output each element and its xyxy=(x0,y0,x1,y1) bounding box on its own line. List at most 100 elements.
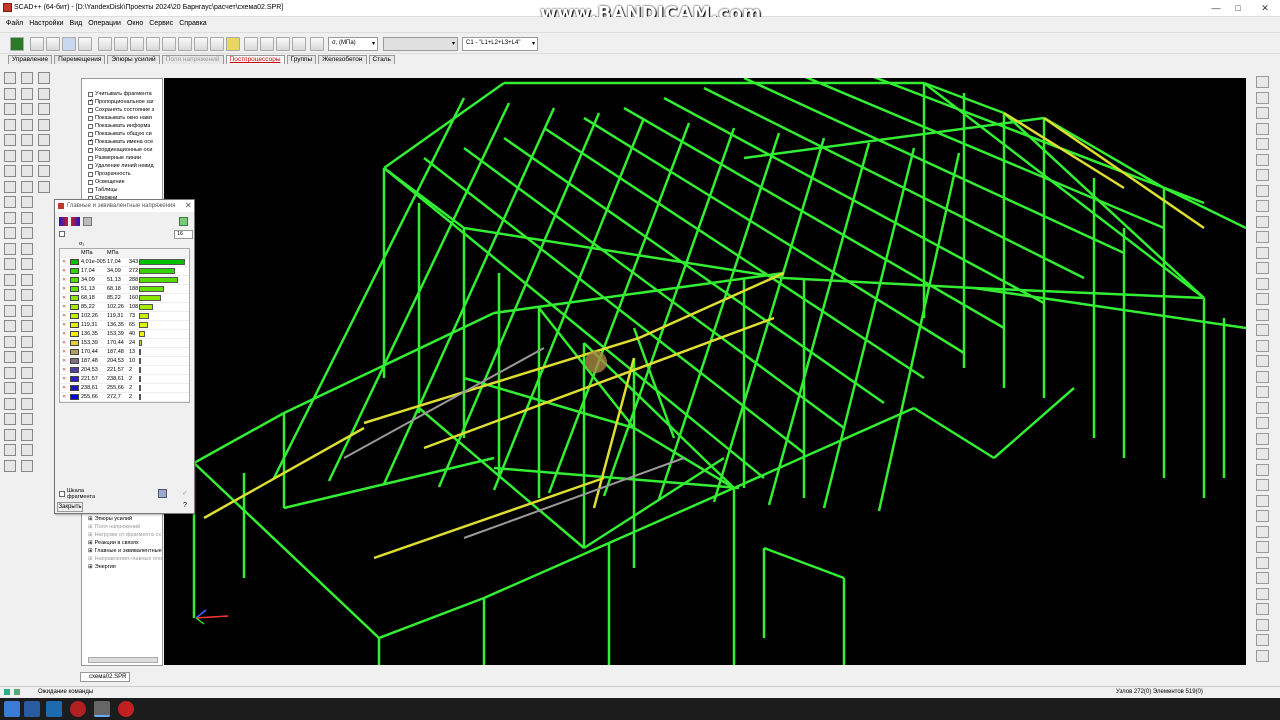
legend-row[interactable]: ✕ 221,57 238,61 2 xyxy=(60,375,189,384)
hide-range-icon[interactable]: ✕ xyxy=(62,349,68,355)
view-tool-icon[interactable] xyxy=(1256,494,1269,507)
arrows2-icon[interactable] xyxy=(260,37,274,51)
frame-member[interactable] xyxy=(195,615,229,619)
bandicam-icon[interactable] xyxy=(118,701,134,717)
palette-tool-icon[interactable] xyxy=(4,304,16,317)
apply-icon[interactable] xyxy=(158,489,167,498)
frame-member[interactable] xyxy=(592,357,636,509)
deform-red-icon[interactable] xyxy=(46,37,60,51)
palette-tool-icon[interactable] xyxy=(38,72,50,84)
arrows4-icon[interactable] xyxy=(292,37,306,51)
frame-member[interactable] xyxy=(193,411,285,465)
legend-row[interactable]: ✕ 153,39 170,44 24 xyxy=(60,339,189,348)
checkbox[interactable] xyxy=(88,131,93,137)
view-tool-icon[interactable] xyxy=(1256,432,1269,445)
export-icon[interactable] xyxy=(179,217,188,226)
legend-row[interactable]: ✕ 51,13 68,18 188 xyxy=(60,285,189,294)
beam-red-icon[interactable] xyxy=(78,37,92,51)
hide-range-icon[interactable]: ✕ xyxy=(62,277,68,283)
view-tool-icon[interactable] xyxy=(1256,525,1269,538)
palette-tool-icon[interactable] xyxy=(4,273,16,286)
legend-row[interactable]: ✕ 102,26 119,31 73 xyxy=(60,312,189,321)
tree-item[interactable]: ⊞ Реакции в связях xyxy=(88,540,139,546)
scad-app-icon[interactable] xyxy=(94,701,110,717)
table-icon[interactable] xyxy=(98,37,112,51)
tree-item[interactable]: ⊞ Направления главных пло xyxy=(88,556,162,562)
palette-tool-icon[interactable] xyxy=(4,382,16,394)
view-tool-icon[interactable] xyxy=(1256,603,1269,615)
view-tool-icon[interactable] xyxy=(1256,153,1269,166)
range-color-swatch[interactable] xyxy=(70,304,79,310)
view-tool-icon[interactable] xyxy=(1256,479,1269,491)
tab-steel[interactable]: Сталь xyxy=(368,55,395,64)
palette-tool-icon[interactable] xyxy=(4,351,16,363)
palette-tool-icon[interactable] xyxy=(21,211,33,224)
combination-select[interactable]: C1 - "L1+L2+L3+L4" ▾ xyxy=(462,37,538,51)
fragment-icon[interactable] xyxy=(162,37,176,51)
tree-item[interactable]: Координационные оси xyxy=(88,147,152,153)
range-color-swatch[interactable] xyxy=(70,349,79,355)
checkbox[interactable] xyxy=(88,115,93,121)
view-tool-icon[interactable] xyxy=(1256,91,1269,104)
palette-tool-icon[interactable] xyxy=(21,118,33,131)
frame-member[interactable] xyxy=(283,456,495,510)
palette-tool-icon[interactable] xyxy=(21,72,33,84)
palette-tool-icon[interactable] xyxy=(21,335,33,348)
search-icon[interactable] xyxy=(24,701,40,717)
range-color-swatch[interactable] xyxy=(70,358,79,364)
palette-tool-icon[interactable] xyxy=(4,103,16,115)
close-button[interactable]: ✕ xyxy=(1258,2,1272,14)
view-tool-icon[interactable] xyxy=(1256,386,1269,398)
frame-member[interactable] xyxy=(373,476,605,560)
palette-tool-icon[interactable] xyxy=(38,165,50,177)
view-tool-icon[interactable] xyxy=(1256,138,1269,150)
legend-row[interactable]: ✕ 136,35 153,39 40 xyxy=(60,330,189,339)
palette-tool-icon[interactable] xyxy=(21,366,33,379)
legend-row[interactable]: ✕ 187,48 204,53 10 xyxy=(60,357,189,366)
view-tool-icon[interactable] xyxy=(1256,324,1269,336)
view-tool-icon[interactable] xyxy=(1256,448,1269,460)
view-tool-icon[interactable] xyxy=(1256,293,1269,305)
levels-select[interactable]: 16 xyxy=(174,230,193,239)
palette-tool-icon[interactable] xyxy=(21,413,33,425)
tree-item[interactable]: Сохранять состояние з xyxy=(88,107,154,113)
range-color-swatch[interactable] xyxy=(70,322,79,328)
start-icon[interactable] xyxy=(4,701,20,717)
palette-icon[interactable] xyxy=(59,217,68,226)
hide-range-icon[interactable]: ✕ xyxy=(62,304,68,310)
range-color-swatch[interactable] xyxy=(70,367,79,373)
palette-tool-icon[interactable] xyxy=(38,87,50,100)
tree-item[interactable]: Показывать общую си xyxy=(88,131,152,137)
help-icon[interactable]: ? xyxy=(183,502,192,511)
minimize-button[interactable]: — xyxy=(1209,2,1223,14)
view-tool-icon[interactable] xyxy=(1256,510,1269,522)
expand-icon[interactable]: ⊞ xyxy=(88,516,93,522)
frame-member[interactable] xyxy=(1003,112,1205,299)
view-tool-icon[interactable] xyxy=(1256,618,1269,631)
palette-tool-icon[interactable] xyxy=(21,428,33,441)
range-color-swatch[interactable] xyxy=(70,286,79,292)
tree-item[interactable]: ⊞ Главные и эквивалентные xyxy=(88,548,162,554)
maximize-button[interactable]: □ xyxy=(1231,2,1245,14)
tree-item[interactable]: ⊞ Нагрузки от фрагмента сх xyxy=(88,532,161,538)
palette-tool-icon[interactable] xyxy=(38,149,50,162)
hide-range-icon[interactable]: ✕ xyxy=(62,376,68,382)
frame-member[interactable] xyxy=(743,78,1125,255)
view-tool-icon[interactable] xyxy=(1256,308,1269,321)
palette-tool-icon[interactable] xyxy=(4,320,16,332)
view-tool-icon[interactable] xyxy=(1256,246,1269,259)
palette-tool-icon[interactable] xyxy=(4,149,16,162)
view-tool-icon[interactable] xyxy=(1256,184,1269,197)
checkbox[interactable] xyxy=(88,179,93,185)
palette-tool-icon[interactable] xyxy=(4,366,16,379)
menu-file[interactable]: Файл xyxy=(6,20,23,27)
checkbox[interactable] xyxy=(88,163,93,169)
legend-row[interactable]: ✕ 17,04 34,09 272 xyxy=(60,267,189,276)
grid-icon[interactable] xyxy=(114,37,128,51)
hide-range-icon[interactable]: ✕ xyxy=(62,394,68,400)
frame-member[interactable] xyxy=(743,116,1045,160)
palette-tool-icon[interactable] xyxy=(21,165,33,177)
view-tool-icon[interactable] xyxy=(1256,587,1269,600)
scale-icon[interactable] xyxy=(310,37,324,51)
frame-member[interactable] xyxy=(1003,111,1125,190)
